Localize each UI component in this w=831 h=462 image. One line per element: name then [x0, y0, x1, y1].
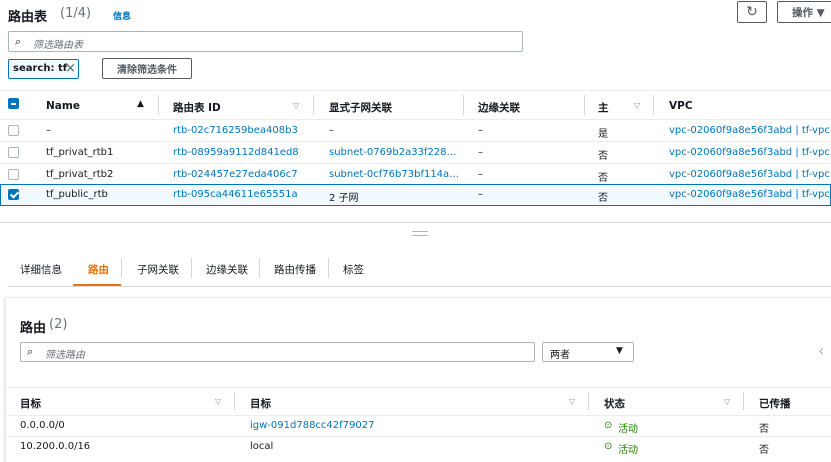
- page-title: 路由表: [8, 10, 48, 25]
- route-propagated: 否: [759, 424, 769, 435]
- tab-route-propagation[interactable]: 路由传播: [274, 262, 316, 277]
- tab-routes[interactable]: 路由: [88, 262, 109, 277]
- refresh-button[interactable]: ↻: [737, 1, 767, 23]
- row-vpc[interactable]: vpc-02060f9a8e56f3abd | tf-vpc: [669, 147, 830, 158]
- drag-handle-icon[interactable]: [412, 231, 428, 236]
- row-name: –: [46, 125, 51, 136]
- table-row[interactable]: – rtb-02c716259bea408b3 – – 是 vpc-02060f…: [0, 120, 831, 141]
- route-row: 10.200.0.0/16 local ⊙ 活动 否: [6, 437, 831, 457]
- row-main: 否: [598, 173, 608, 184]
- info-link[interactable]: 信息: [113, 9, 131, 22]
- route-status: 活动: [618, 445, 638, 456]
- tab-tags[interactable]: 标签: [343, 262, 364, 277]
- row-name: tf_privat_rtb2: [46, 169, 114, 180]
- col-edge-association[interactable]: 边缘关联: [478, 100, 520, 115]
- filter-token: search: tf ×: [8, 59, 79, 79]
- table-row[interactable]: tf_privat_rtb2 rtb-024457e27eda406c7 sub…: [0, 164, 831, 185]
- row-checkbox[interactable]: [8, 169, 19, 180]
- row-name: tf_public_rtb: [46, 189, 108, 200]
- search-input[interactable]: ⌕ 筛选路由表: [8, 31, 523, 52]
- col-destination[interactable]: 目标: [20, 396, 41, 411]
- status-ok-icon: ⊙: [604, 420, 613, 431]
- row-vpc[interactable]: vpc-02060f9a8e56f3abd | tf-vpc: [669, 125, 830, 136]
- row-edge: –: [478, 125, 483, 136]
- col-name[interactable]: Name: [46, 100, 80, 112]
- routes-title: 路由: [20, 321, 47, 336]
- row-main: 是: [598, 129, 608, 140]
- table-row-selected[interactable]: tf_public_rtb rtb-095ca44611e65551a 2 子网…: [0, 184, 831, 206]
- row-edge: –: [478, 169, 483, 180]
- col-route-table-id[interactable]: 路由表 ID: [173, 100, 221, 115]
- tab-details[interactable]: 详细信息: [20, 262, 62, 277]
- sort-icon[interactable]: ▽: [293, 101, 299, 110]
- route-destination: 10.200.0.0/16: [20, 441, 91, 452]
- route-type-value: 两者: [550, 350, 570, 361]
- row-route-table-id[interactable]: rtb-024457e27eda406c7: [173, 169, 298, 180]
- row-checkbox[interactable]: [8, 147, 19, 158]
- refresh-icon: ↻: [746, 4, 758, 20]
- sort-asc-icon[interactable]: ▲: [137, 99, 144, 109]
- row-route-table-id[interactable]: rtb-02c716259bea408b3: [173, 125, 298, 136]
- search-icon: ⌕: [27, 345, 34, 358]
- route-target: local: [250, 441, 274, 452]
- row-checkbox[interactable]: [8, 125, 19, 136]
- col-explicit-subnet[interactable]: 显式子网关联: [329, 100, 392, 115]
- row-subnet[interactable]: subnet-0cf76b73bf114a…: [329, 169, 459, 180]
- clear-filters-button[interactable]: 清除筛选条件: [102, 58, 192, 79]
- row-edge: –: [478, 189, 483, 200]
- row-edge: –: [478, 147, 483, 158]
- sort-icon[interactable]: ▽: [634, 101, 640, 110]
- row-vpc[interactable]: vpc-02060f9a8e56f3abd | tf-vpc: [669, 189, 830, 200]
- routes-count: (2): [49, 317, 68, 332]
- select-all-checkbox[interactable]: [8, 98, 19, 109]
- route-target[interactable]: igw-091d788cc42f79027: [250, 420, 375, 431]
- row-route-table-id[interactable]: rtb-095ca44611e65551a: [173, 189, 298, 200]
- close-icon[interactable]: ×: [65, 61, 76, 76]
- row-name: tf_privat_rtb1: [46, 147, 114, 158]
- tab-subnet-associations[interactable]: 子网关联: [137, 262, 179, 277]
- col-vpc[interactable]: VPC: [669, 100, 693, 112]
- row-checkbox[interactable]: [8, 189, 19, 200]
- route-destination: 0.0.0.0/0: [20, 420, 65, 431]
- row-subnet[interactable]: subnet-0769b2a33f228…: [329, 147, 457, 158]
- sort-icon[interactable]: ▽: [215, 397, 221, 406]
- row-route-table-id[interactable]: rtb-08959a9112d841ed8: [173, 147, 299, 158]
- selection-count: (1/4): [60, 6, 92, 21]
- filter-token-label: search: tf: [13, 63, 68, 74]
- search-icon: ⌕: [15, 35, 22, 48]
- row-vpc[interactable]: vpc-02060f9a8e56f3abd | tf-vpc: [669, 169, 830, 180]
- status-ok-icon: ⊙: [604, 441, 613, 452]
- split-divider: [0, 222, 831, 223]
- chevron-left-icon[interactable]: ‹: [818, 341, 824, 360]
- routes-search-input[interactable]: ⌕ 筛选路由: [20, 342, 535, 362]
- row-subnet: –: [329, 125, 334, 136]
- search-placeholder: 筛选路由表: [33, 40, 83, 51]
- table-row[interactable]: tf_privat_rtb1 rtb-08959a9112d841ed8 sub…: [0, 142, 831, 163]
- row-subnet: 2 子网: [329, 193, 359, 204]
- actions-dropdown[interactable]: 操作 ▼: [777, 1, 831, 23]
- row-main: 否: [598, 151, 608, 162]
- route-row: 0.0.0.0/0 igw-091d788cc42f79027 ⊙ 活动 否: [6, 416, 831, 436]
- col-target[interactable]: 目标: [250, 396, 271, 411]
- sort-icon[interactable]: ▽: [569, 397, 575, 406]
- col-propagated[interactable]: 已传播: [759, 396, 791, 411]
- sort-icon[interactable]: ▽: [724, 397, 730, 406]
- tab-edge-associations[interactable]: 边缘关联: [206, 262, 248, 277]
- route-type-select[interactable]: 两者 ▼: [542, 342, 634, 362]
- caret-down-icon: ▼: [616, 346, 623, 356]
- routes-panel: 路由 (2) ⌕ 筛选路由 两者 ▼ ‹ 目标 ▽ 目标 ▽ 状态 ▽ 已传播 …: [5, 297, 831, 462]
- route-propagated: 否: [759, 445, 769, 456]
- col-main[interactable]: 主: [598, 100, 609, 115]
- routes-search-placeholder: 筛选路由: [45, 350, 85, 361]
- route-status: 活动: [618, 424, 638, 435]
- col-status[interactable]: 状态: [604, 396, 625, 411]
- row-main: 否: [598, 193, 608, 204]
